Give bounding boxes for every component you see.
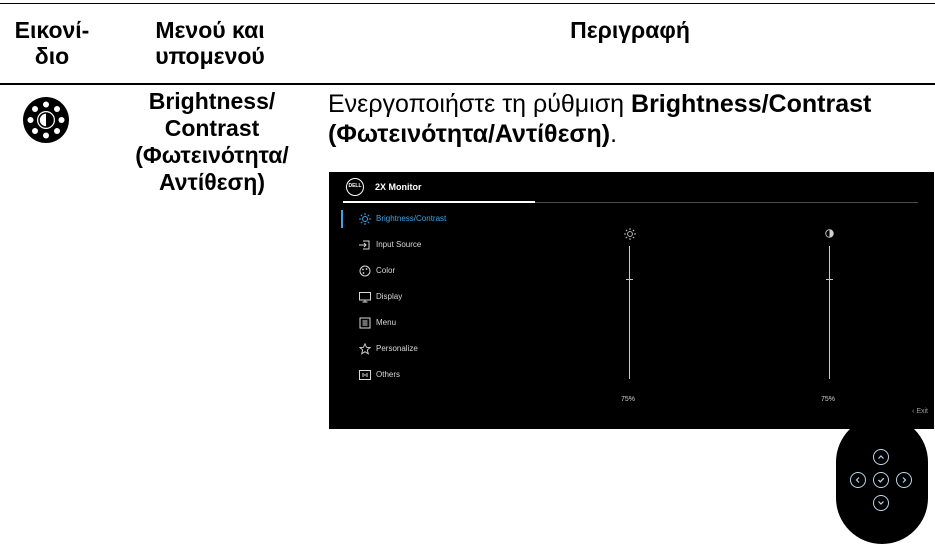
osd-title: 2X Monitor: [375, 182, 422, 192]
dell-logo: DELL: [346, 178, 364, 196]
osd-menu-label: Personalize: [376, 344, 418, 353]
brightness-value: 75%: [621, 396, 636, 403]
header-menu-line2: υπομενού: [155, 43, 265, 69]
active-item-indicator: [341, 210, 343, 228]
others-icon: [359, 370, 371, 380]
header-icon-line2: διο: [34, 43, 70, 69]
osd-menu-label: Menu: [376, 318, 397, 327]
check-icon: [878, 477, 885, 483]
header-menu-line1: Μενού και: [155, 17, 265, 43]
joystick-up-button[interactable]: [873, 449, 889, 465]
header-description-column: Περιγραφή: [330, 17, 930, 43]
joystick-right-button[interactable]: [896, 472, 912, 488]
description-text: Ενεργοποιήστε τη ρύθμιση Brightness/Cont…: [328, 89, 928, 149]
description-suffix: .: [610, 120, 618, 148]
header-menu-column: Μενού και υπομενού: [110, 17, 310, 69]
header-icon-line1: Εικονί-: [14, 17, 90, 43]
input-source-icon: [359, 240, 370, 250]
osd-menu-label: Input Source: [376, 240, 422, 249]
joystick-select-button[interactable]: [873, 472, 889, 488]
description-prefix: Ενεργοποιήστε τη ρύθμιση: [328, 90, 632, 118]
brightness-sun-icon: [23, 97, 69, 143]
chevron-right-icon: [902, 477, 907, 483]
osd-screen: DELL 2X Monitor Brightness/Contrast Inpu…: [329, 172, 934, 429]
contrast-slider[interactable]: [829, 246, 830, 379]
contrast-icon: [825, 229, 834, 238]
brightness-slider[interactable]: [629, 246, 630, 379]
menu-item-name: Brightness/ Contrast (Φωτεινότητα/ Αντίθ…: [112, 88, 312, 196]
brightness-icon: [359, 213, 371, 225]
menu-name-line4: Αντίθεση): [159, 169, 265, 195]
contrast-value: 75%: [821, 396, 836, 403]
menu-name-line1: Brightness/: [148, 88, 276, 114]
osd-divider-highlight: [343, 201, 535, 203]
brightness-slider-thumb[interactable]: [626, 279, 633, 281]
joystick-controller: [836, 416, 928, 544]
chevron-down-icon: [878, 501, 884, 505]
menu-icon: [359, 317, 371, 329]
top-rule: [0, 3, 935, 4]
chevron-up-icon: [878, 455, 884, 459]
joystick-left-button[interactable]: [850, 472, 866, 488]
osd-menu-label: Display: [376, 292, 403, 301]
exit-label: Exit: [916, 408, 928, 415]
osd-menu-label: Brightness/Contrast: [376, 214, 447, 223]
exit-button[interactable]: ‹ Exit: [912, 408, 928, 415]
joystick-down-button[interactable]: [873, 495, 889, 511]
chevron-left-icon: [855, 477, 860, 483]
contrast-slider-thumb[interactable]: [826, 279, 833, 281]
header-icon-column: Εικονί- διο: [4, 17, 100, 69]
osd-menu-label: Others: [376, 370, 401, 379]
osd-menu-label: Color: [376, 266, 396, 275]
brightness-sun-small-icon: [624, 228, 636, 240]
display-icon: [359, 292, 371, 303]
menu-name-line3: (Φωτεινότητα/: [135, 142, 289, 168]
header-rule: [0, 83, 935, 85]
header-description: Περιγραφή: [570, 17, 690, 43]
menu-name-line2: Contrast: [164, 115, 260, 141]
color-palette-icon: [359, 265, 371, 277]
star-icon: [359, 343, 371, 355]
